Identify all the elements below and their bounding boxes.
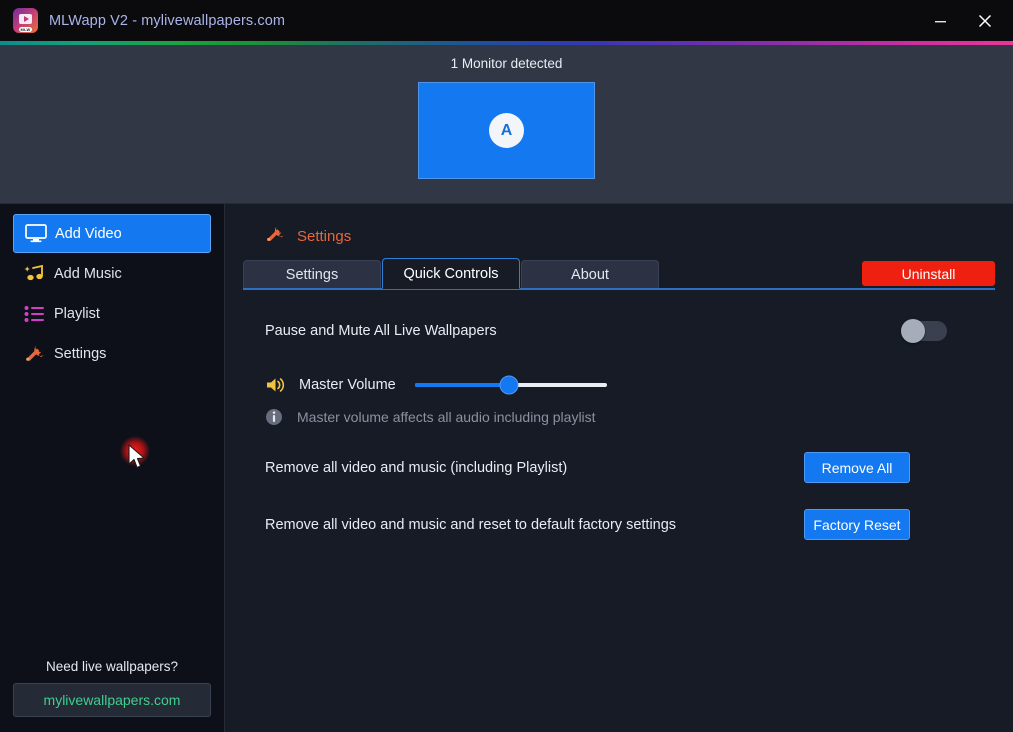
- tab-about[interactable]: About: [521, 260, 659, 289]
- remove-all-row: Remove all video and music (including Pl…: [265, 452, 973, 483]
- tools-icon: [265, 225, 286, 249]
- need-wallpapers-text: Need live wallpapers?: [45, 659, 179, 674]
- slider-thumb[interactable]: [499, 375, 519, 395]
- factory-reset-row: Remove all video and music and reset to …: [265, 509, 973, 540]
- tab-underline: [243, 288, 995, 290]
- sidebar-item-playlist[interactable]: Playlist: [13, 294, 211, 333]
- monitor-icon: [25, 224, 51, 243]
- monitor-detected-label: 1 Monitor detected: [450, 56, 563, 71]
- minimize-button[interactable]: [917, 0, 962, 41]
- slider-fill: [415, 383, 510, 387]
- sidebar-item-add-music[interactable]: Add Music: [13, 254, 211, 293]
- pause-mute-row: Pause and Mute All Live Wallpapers: [265, 316, 973, 346]
- tools-icon: [24, 344, 50, 364]
- monitor-preview-area: 1 Monitor detected A: [0, 45, 1013, 204]
- sidebar-item-label: Add Video: [55, 225, 122, 242]
- speaker-icon: [265, 376, 289, 394]
- music-note-icon: [24, 264, 50, 284]
- window-controls: [917, 0, 1013, 41]
- factory-reset-button[interactable]: Factory Reset: [804, 509, 910, 540]
- quick-controls-body: Pause and Mute All Live Wallpapers Maste…: [243, 290, 995, 540]
- master-volume-slider[interactable]: [415, 375, 607, 395]
- mylivewallpapers-link-button[interactable]: mylivewallpapers.com: [13, 683, 211, 717]
- master-volume-hint: Master volume affects all audio includin…: [297, 409, 596, 425]
- close-icon[interactable]: [962, 0, 1007, 41]
- pause-mute-toggle[interactable]: [901, 319, 947, 343]
- sidebar-footer: Need live wallpapers? mylivewallpapers.c…: [0, 659, 224, 732]
- settings-panel: Settings Settings Quick Controls About U…: [225, 204, 1013, 732]
- tab-quick-controls[interactable]: Quick Controls: [382, 258, 520, 289]
- mouse-cursor: [128, 444, 148, 476]
- monitor-thumbnail[interactable]: A: [418, 82, 595, 179]
- master-volume-label: Master Volume: [299, 377, 396, 393]
- title-bar: MLW MLWapp V2 - mylivewallpapers.com: [0, 0, 1013, 41]
- tab-settings[interactable]: Settings: [243, 260, 381, 289]
- monitor-letter-badge: A: [489, 113, 524, 148]
- sidebar: Add Video Add Music Playlist Settings Ne…: [0, 204, 225, 732]
- remove-all-button[interactable]: Remove All: [804, 452, 910, 483]
- list-icon: [24, 305, 50, 323]
- master-volume-hint-row: Master volume affects all audio includin…: [265, 408, 973, 426]
- factory-reset-label: Remove all video and music and reset to …: [265, 516, 677, 533]
- sidebar-item-label: Add Music: [54, 265, 122, 282]
- sidebar-item-add-video[interactable]: Add Video: [13, 214, 211, 253]
- mlwapp-logo-icon: MLW: [13, 8, 38, 33]
- sidebar-item-label: Playlist: [54, 305, 100, 322]
- panel-heading: Settings: [243, 204, 995, 252]
- pause-mute-label: Pause and Mute All Live Wallpapers: [265, 323, 497, 339]
- panel-heading-label: Settings: [297, 228, 352, 245]
- toggle-knob: [901, 319, 925, 343]
- master-volume-row: Master Volume: [265, 375, 973, 395]
- uninstall-button[interactable]: Uninstall: [862, 261, 995, 286]
- window-title: MLWapp V2 - mylivewallpapers.com: [49, 12, 286, 29]
- click-indicator: [120, 436, 150, 466]
- main-body: Add Video Add Music Playlist Settings Ne…: [0, 204, 1013, 732]
- remove-all-label: Remove all video and music (including Pl…: [265, 459, 568, 476]
- sidebar-item-label: Settings: [54, 345, 107, 362]
- mlwapp-window: MLW MLWapp V2 - mylivewallpapers.com 1 M…: [0, 0, 1013, 732]
- tab-bar: Settings Quick Controls About Uninstall: [243, 258, 995, 289]
- info-icon: [265, 408, 287, 426]
- sidebar-item-settings[interactable]: Settings: [13, 334, 211, 373]
